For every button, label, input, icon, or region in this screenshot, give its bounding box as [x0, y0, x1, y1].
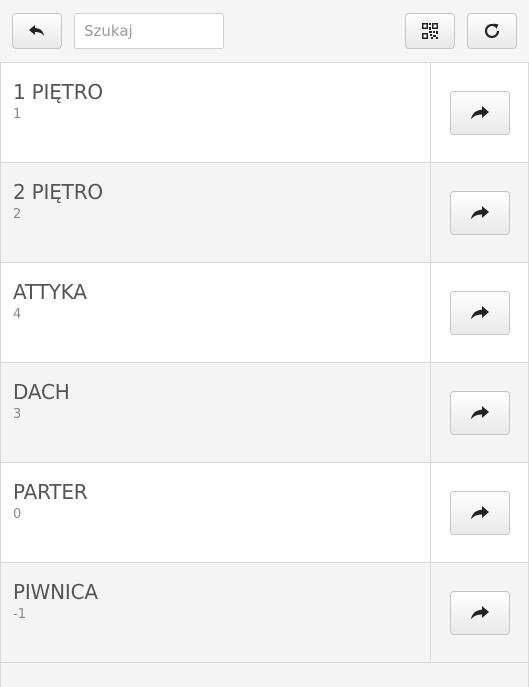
list-item[interactable]: ATTYKA 4 — [1, 263, 528, 363]
list-footer — [0, 663, 529, 687]
row-action-cell — [431, 63, 528, 162]
level-list: 1 PIĘTRO 1 2 PIĘTRO 2 ATTYKA 4 DACH 3 PARTER 0 PIW… — [0, 63, 529, 663]
level-name: DACH — [13, 380, 70, 404]
level-info[interactable]: PIWNICA -1 — [1, 563, 431, 662]
forward-arrow-icon — [470, 305, 489, 319]
list-item[interactable]: 1 PIĘTRO 1 — [1, 63, 528, 163]
forward-arrow-icon — [470, 605, 489, 619]
level-code: 0 — [13, 507, 22, 522]
level-name: ATTYKA — [13, 280, 87, 304]
row-action-cell — [431, 363, 528, 462]
level-info[interactable]: PARTER 0 — [1, 463, 431, 562]
level-code: 3 — [13, 407, 22, 422]
level-code: 4 — [13, 307, 22, 322]
level-info[interactable]: DACH 3 — [1, 363, 431, 462]
forward-arrow-icon — [470, 505, 489, 519]
refresh-icon — [484, 23, 500, 39]
toolbar — [0, 0, 529, 63]
forward-arrow-icon — [470, 205, 489, 219]
open-level-button[interactable] — [449, 590, 510, 635]
open-level-button[interactable] — [449, 390, 510, 435]
list-item[interactable]: PIWNICA -1 — [1, 563, 528, 663]
row-action-cell — [431, 463, 528, 562]
back-button[interactable] — [12, 13, 62, 49]
level-info[interactable]: 2 PIĘTRO 2 — [1, 163, 431, 262]
row-action-cell — [431, 263, 528, 362]
list-item[interactable]: 2 PIĘTRO 2 — [1, 163, 528, 263]
level-code: 1 — [13, 107, 22, 122]
open-level-button[interactable] — [449, 190, 510, 235]
reply-arrow-icon — [29, 25, 44, 36]
open-level-button[interactable] — [449, 90, 510, 135]
level-name: 2 PIĘTRO — [13, 180, 103, 204]
list-item[interactable]: PARTER 0 — [1, 463, 528, 563]
level-name: PARTER — [13, 480, 88, 504]
qr-code-icon — [422, 23, 438, 39]
forward-arrow-icon — [470, 405, 489, 419]
level-info[interactable]: 1 PIĘTRO 1 — [1, 63, 431, 162]
refresh-button[interactable] — [467, 13, 517, 49]
row-action-cell — [431, 563, 528, 662]
open-level-button[interactable] — [449, 490, 510, 535]
level-code: -1 — [13, 607, 26, 622]
forward-arrow-icon — [470, 105, 489, 119]
qr-scan-button[interactable] — [405, 13, 455, 49]
level-name: 1 PIĘTRO — [13, 80, 103, 104]
open-level-button[interactable] — [449, 290, 510, 335]
list-item[interactable]: DACH 3 — [1, 363, 528, 463]
search-input[interactable] — [74, 13, 224, 49]
row-action-cell — [431, 163, 528, 262]
level-info[interactable]: ATTYKA 4 — [1, 263, 431, 362]
level-name: PIWNICA — [13, 580, 98, 604]
level-code: 2 — [13, 207, 22, 222]
